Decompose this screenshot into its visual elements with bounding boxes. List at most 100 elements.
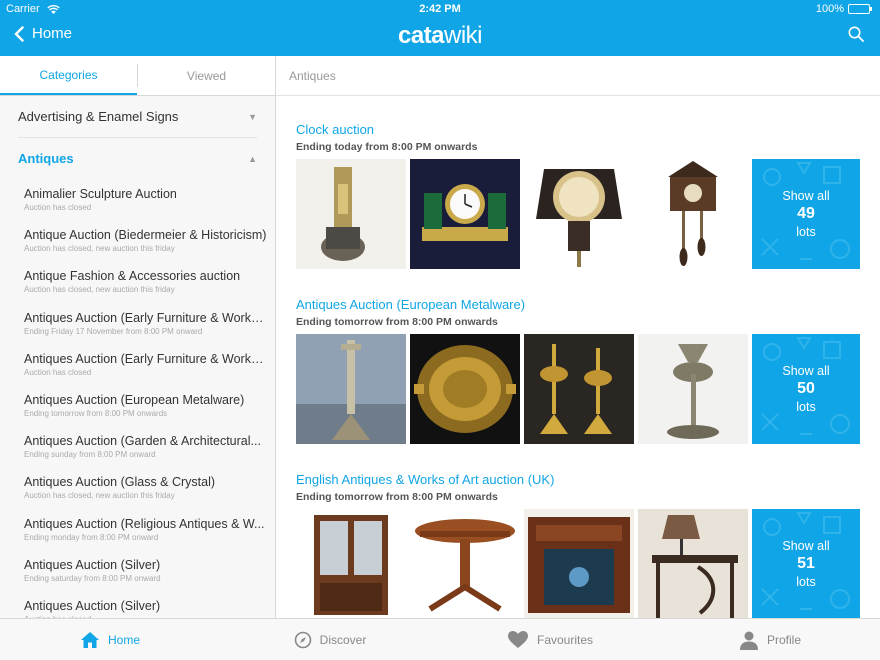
status-bar: Carrier 2:42 PM 100% <box>0 0 880 18</box>
subcategory-item[interactable]: Antique Fashion & Accessories auction Auc… <box>0 261 275 302</box>
subcategory-item[interactable]: Antiques Auction (Religious Antiques & W… <box>0 509 275 550</box>
tab-discover[interactable]: Discover <box>220 619 440 660</box>
show-all-lots-button[interactable]: Show all 50 lots <box>752 334 860 444</box>
lot-thumbnail[interactable] <box>410 159 520 269</box>
subcategory-status: Auction has closed <box>24 367 92 377</box>
top-bar: Carrier 2:42 PM 100% Home catawiki <box>0 0 880 56</box>
tab-bar: Home Discover Favourites Profile <box>0 618 880 660</box>
subcategory-status: Ending tomorrow from 8:00 PM onwards <box>24 409 168 419</box>
tab-label: Discover <box>319 632 367 647</box>
triangle-up-icon: ▲ <box>248 153 257 164</box>
auction-ending: Ending today from 8:00 PM onwards <box>296 141 478 153</box>
house-icon <box>80 631 99 648</box>
lot-count: 51 <box>797 555 815 572</box>
subcategory-item[interactable]: Antique Auction (Biedermeier & Historici… <box>0 220 275 261</box>
subcategory-item[interactable]: Antiques Auction (Glass & Crystal) Auctio… <box>0 467 275 508</box>
lot-thumbnail[interactable] <box>524 159 634 269</box>
subcategory-status: Ending sunday from 8:00 PM onward <box>24 450 156 460</box>
breadcrumb: Antiques <box>276 56 880 96</box>
lot-image <box>524 509 634 618</box>
auction-section: Antiques Auction (European Metalware) End… <box>296 297 862 444</box>
auction-section: Clock auction Ending today from 8:00 PM o… <box>296 122 862 269</box>
clock: 2:42 PM <box>419 3 461 15</box>
search-button[interactable] <box>848 26 864 47</box>
search-icon <box>848 26 864 42</box>
lots-label: lots <box>796 400 816 414</box>
auction-ending: Ending tomorrow from 8:00 PM onwards <box>296 316 498 328</box>
lot-thumbnail[interactable] <box>638 509 748 618</box>
show-all-lots-button[interactable]: Show all 51 lots <box>752 509 860 618</box>
lot-thumbnail[interactable] <box>638 159 748 269</box>
lot-thumbnail[interactable] <box>296 334 406 444</box>
triangle-down-icon: ▼ <box>248 111 257 122</box>
lot-thumbnails: Show all 49 lots <box>296 159 862 269</box>
subcategory-title: Antiques Auction (Religious Antiques & W… <box>24 516 265 531</box>
subcategory-status: Auction has closed, new auction this fri… <box>24 244 175 254</box>
lots-label: lots <box>796 225 816 239</box>
tab-home[interactable]: Home <box>0 619 220 660</box>
lot-image <box>638 159 748 269</box>
lot-count: 49 <box>797 205 815 222</box>
auction-ending: Ending tomorrow from 8:00 PM onwards <box>296 491 498 503</box>
category-advertising[interactable]: Advertising & Enamel Signs ▼ <box>0 96 275 137</box>
lot-image <box>638 334 748 444</box>
lot-image <box>296 509 406 618</box>
tab-categories[interactable]: Categories <box>0 56 137 95</box>
lot-thumbnail[interactable] <box>410 334 520 444</box>
tab-viewed[interactable]: Viewed <box>138 56 275 95</box>
subcategory-item[interactable]: Antiques Auction (Silver) Ending saturday… <box>0 550 275 591</box>
category-label: Advertising & Enamel Signs <box>18 109 179 124</box>
lot-thumbnail[interactable] <box>296 159 406 269</box>
subcategory-title: Antiques Auction (Early Furniture & Work… <box>24 351 267 366</box>
subcategory-title: Antiques Auction (Glass & Crystal) <box>24 475 216 490</box>
subcategory-item[interactable]: Antiques Auction (Early Furniture & Work… <box>0 303 275 344</box>
lot-image <box>410 334 520 444</box>
logo-light: wiki <box>444 22 483 49</box>
subcategory-item[interactable]: Antiques Auction (Garden & Architectural… <box>0 426 275 467</box>
auction-section: English Antiques & Works of Art auction … <box>296 472 862 618</box>
category-antiques[interactable]: Antiques ▲ <box>0 138 275 179</box>
battery: 100% <box>815 3 872 15</box>
main-content: Antiques Clock auction Ending today from … <box>276 56 880 618</box>
subcategory-title: Antiques Auction (Silver) <box>24 598 161 613</box>
lot-image <box>524 159 634 269</box>
lot-image <box>296 334 406 444</box>
lot-thumbnail[interactable] <box>524 509 634 618</box>
subcategory-title: Antique Fashion & Accessories auction <box>24 269 241 284</box>
tab-profile[interactable]: Profile <box>660 619 880 660</box>
compass-icon <box>294 631 311 648</box>
tab-favourites[interactable]: Favourites <box>440 619 660 660</box>
heart-icon <box>507 631 528 648</box>
subcategory-title: Antiques Auction (Garden & Architectural… <box>24 434 261 449</box>
lot-thumbnail[interactable] <box>410 509 520 618</box>
subcategory-item[interactable]: Antiques Auction (European Metalware) End… <box>0 385 275 426</box>
lot-thumbnails: Show all 51 lots <box>296 509 862 618</box>
logo-bold: cata <box>397 22 445 49</box>
tab-label: Favourites <box>536 632 594 647</box>
subcategory-title: Animalier Sculpture Auction <box>24 187 177 202</box>
catawiki-logo: catawiki <box>0 22 880 50</box>
lot-image <box>638 509 748 618</box>
auction-title[interactable]: Clock auction <box>296 122 862 137</box>
lot-thumbnail[interactable] <box>524 334 634 444</box>
subcategory-item[interactable]: Antiques Auction (Early Furniture & Work… <box>0 344 275 385</box>
lot-count: 50 <box>797 380 815 397</box>
lot-thumbnail[interactable] <box>296 509 406 618</box>
subcategory-status: Ending monday from 8:00 PM onward <box>24 532 159 542</box>
lot-image <box>524 334 634 444</box>
subcategory-list: Animalier Sculpture Auction Auction has c… <box>0 179 275 618</box>
show-all-lots-button[interactable]: Show all 49 lots <box>752 159 860 269</box>
battery-percent: 100% <box>815 3 844 15</box>
person-icon <box>739 631 758 650</box>
auction-title[interactable]: Antiques Auction (European Metalware) <box>296 297 862 312</box>
subcategory-status: Auction has closed, new auction this fri… <box>24 491 175 501</box>
subcategory-item[interactable]: Animalier Sculpture Auction Auction has c… <box>0 179 275 220</box>
auction-title[interactable]: English Antiques & Works of Art auction … <box>296 472 862 487</box>
subcategory-item[interactable]: Antiques Auction (Silver)Auction has clo… <box>0 591 275 618</box>
lot-thumbnail[interactable] <box>638 334 748 444</box>
tab-label: Profile <box>766 632 801 647</box>
lot-image <box>410 159 520 269</box>
subcategory-title: Antiques Auction (European Metalware) <box>24 393 245 408</box>
show-all-label: Show all <box>782 539 830 553</box>
show-all-label: Show all <box>782 189 830 203</box>
